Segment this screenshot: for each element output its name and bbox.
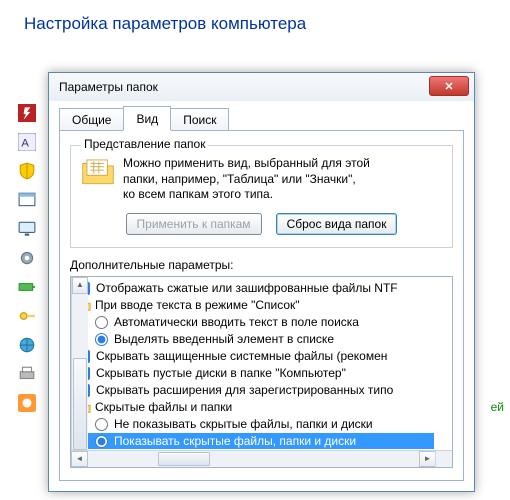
shield-icon [18, 162, 36, 180]
list-item-label: Показывать скрытые файлы, папки и диски [114, 433, 356, 449]
scroll-thumb[interactable] [73, 358, 87, 450]
radio[interactable] [95, 333, 108, 346]
list-item-label: Скрывать защищенные системные файлы (рек… [96, 348, 387, 365]
font-icon: A [18, 133, 36, 151]
horizontal-scrollbar[interactable]: ◄ ► [71, 450, 436, 467]
sidebar-app-icons: A [18, 104, 50, 423]
scroll-left-icon[interactable]: ◄ [71, 451, 88, 467]
folder-view-description: Можно применить вид, выбранный для этой … [123, 156, 370, 203]
radio[interactable] [95, 435, 108, 448]
key-icon [18, 307, 36, 325]
list-item[interactable]: Показывать скрытые файлы, папки и диски [77, 433, 434, 449]
list-item[interactable]: При вводе текста в режиме "Список" [77, 297, 434, 314]
window-icon [18, 191, 36, 209]
radio[interactable] [95, 418, 108, 431]
truncated-link-text: ей [491, 400, 504, 414]
scroll-up-icon[interactable]: ▲ [72, 277, 88, 294]
list-item[interactable]: Скрытые файлы и папки [77, 399, 434, 416]
tabs: Общие Вид Поиск [59, 107, 464, 131]
radio[interactable] [95, 316, 108, 329]
tab-view[interactable]: Вид [123, 106, 171, 131]
hscroll-thumb[interactable] [158, 452, 210, 466]
list-item[interactable]: Отображать сжатые или зашифрованные файл… [77, 280, 434, 297]
folder-grid-icon [81, 156, 115, 189]
close-button[interactable]: ✕ [429, 76, 469, 96]
list-item[interactable]: Автоматически вводить текст в поле поиск… [77, 314, 434, 331]
list-item-label: Скрывать расширения для зарегистрированн… [96, 382, 393, 399]
list-item-label: Скрывать пустые диски в папке "Компьютер… [96, 365, 346, 382]
globe-icon [18, 336, 36, 354]
close-icon: ✕ [444, 80, 453, 93]
page-title: Настройка параметров компьютера [0, 0, 510, 42]
folder-view-group: Представление папок Можно применить вид,… [70, 145, 453, 248]
list-item-label: Автоматически вводить текст в поле поиск… [114, 314, 359, 331]
gear-icon [18, 249, 36, 267]
scroll-right-icon[interactable]: ► [419, 451, 436, 467]
svg-text:A: A [21, 138, 29, 150]
vertical-scrollbar[interactable]: ▲ ▼ [71, 277, 88, 467]
folder-options-dialog: Параметры папок ✕ Общие Вид Поиск Предст… [48, 72, 475, 492]
list-item[interactable]: Не показывать скрытые файлы, папки и дис… [77, 416, 434, 433]
flash-icon [18, 104, 36, 122]
list-item-label: Отображать сжатые или зашифрованные файл… [96, 280, 398, 297]
list-item-label: При вводе текста в режиме "Список" [95, 297, 300, 314]
list-item[interactable]: Скрывать защищенные системные файлы (рек… [77, 348, 434, 365]
dialog-titlebar[interactable]: Параметры папок ✕ [49, 73, 474, 101]
advanced-settings-label: Дополнительные параметры: [70, 258, 453, 272]
dialog-title: Параметры папок [59, 80, 158, 94]
scroll-corner [435, 450, 452, 467]
list-item[interactable]: Выделять введенный элемент в списке [77, 331, 434, 348]
tab-view-page: Представление папок Можно применить вид,… [59, 130, 464, 481]
advanced-settings-list[interactable]: Отображать сжатые или зашифрованные файл… [70, 276, 453, 468]
reset-folders-button[interactable]: Сброс вида папок [276, 213, 398, 235]
list-item-label: Не показывать скрытые файлы, папки и дис… [114, 416, 373, 433]
battery-icon [18, 278, 36, 296]
monitor-icon [18, 220, 36, 238]
apply-to-folders-button: Применить к папкам [126, 213, 262, 235]
app-icon [18, 394, 36, 412]
tab-search[interactable]: Поиск [170, 108, 229, 131]
list-item-label: Выделять введенный элемент в списке [114, 331, 334, 348]
list-item[interactable]: Скрывать расширения для зарегистрированн… [77, 382, 434, 399]
folder-view-group-title: Представление папок [81, 137, 208, 151]
tab-general[interactable]: Общие [59, 108, 124, 131]
printer-icon [18, 365, 36, 383]
list-item[interactable]: Скрывать пустые диски в папке "Компьютер… [77, 365, 434, 382]
list-item-label: Скрытые файлы и папки [95, 399, 232, 416]
